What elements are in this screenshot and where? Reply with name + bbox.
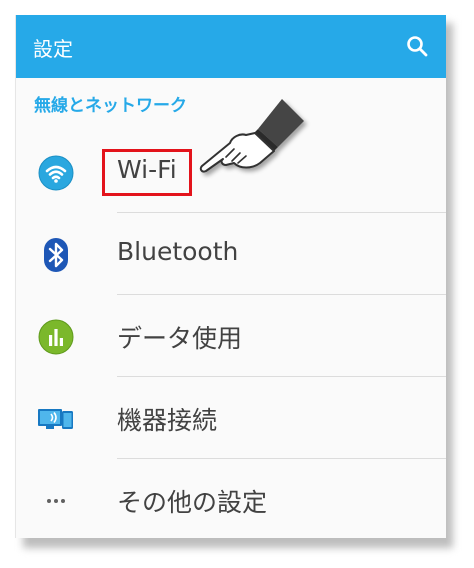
search-icon[interactable] [406, 35, 428, 57]
settings-item-device-connection[interactable]: 機器接続 [16, 377, 446, 459]
settings-item-more[interactable]: その他の設定 [16, 459, 446, 538]
wifi-highlight-box [102, 149, 192, 196]
pointing-hand-icon [199, 99, 304, 173]
wifi-icon [38, 155, 74, 191]
device-connection-icon [38, 409, 73, 429]
data-usage-icon [38, 319, 74, 355]
section-header-wireless: 無線とネットワーク [34, 96, 187, 116]
device-connection-label: 機器接続 [117, 406, 218, 435]
bluetooth-icon [44, 238, 68, 272]
data-usage-label: データ使用 [117, 324, 243, 353]
bluetooth-label: Bluetooth [117, 237, 239, 266]
settings-item-data-usage[interactable]: データ使用 [16, 295, 446, 377]
more-icon [47, 499, 65, 503]
app-bar: 設定 [16, 15, 446, 78]
app-bar-title: 設定 [33, 37, 73, 61]
settings-screen: 設定 無線とネットワーク Wi-Fi Bluetooth データ使用 機器接続 … [15, 15, 446, 538]
settings-item-bluetooth[interactable]: Bluetooth [16, 213, 446, 295]
more-settings-label: その他の設定 [117, 488, 268, 517]
